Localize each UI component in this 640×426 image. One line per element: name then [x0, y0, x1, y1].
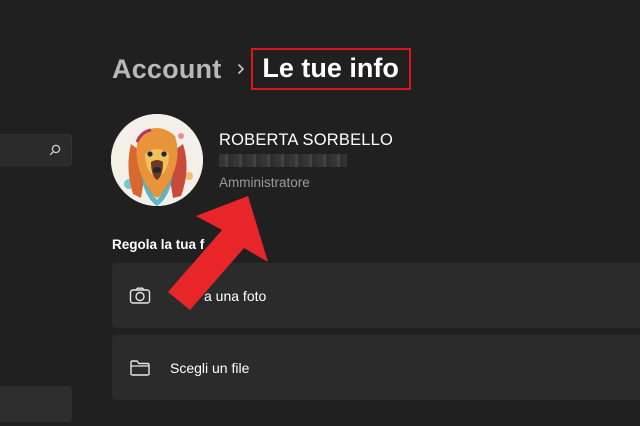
camera-icon	[128, 284, 152, 308]
sidebar	[0, 0, 90, 426]
search-input[interactable]	[0, 134, 72, 166]
choose-file-button[interactable]: Scegli un file	[112, 335, 640, 400]
page-title: Le tue info	[251, 48, 411, 90]
section-title: Regola la tua f	[112, 237, 205, 252]
search-icon	[49, 144, 61, 156]
chevron-right-icon	[237, 63, 245, 75]
sidebar-item-selected[interactable]	[0, 386, 72, 422]
take-photo-label: a una foto	[204, 287, 267, 304]
breadcrumb: Account Le tue info	[112, 48, 411, 90]
choose-file-label: Scegli un file	[170, 359, 250, 376]
breadcrumb-account-link[interactable]: Account	[112, 54, 221, 85]
user-name: ROBERTA SORBELLO	[219, 131, 394, 149]
avatar	[111, 114, 203, 206]
folder-icon	[128, 356, 152, 380]
take-photo-button[interactable]: a una foto	[112, 263, 640, 328]
user-email-redacted	[219, 154, 347, 167]
user-role: Amministratore	[219, 175, 310, 190]
